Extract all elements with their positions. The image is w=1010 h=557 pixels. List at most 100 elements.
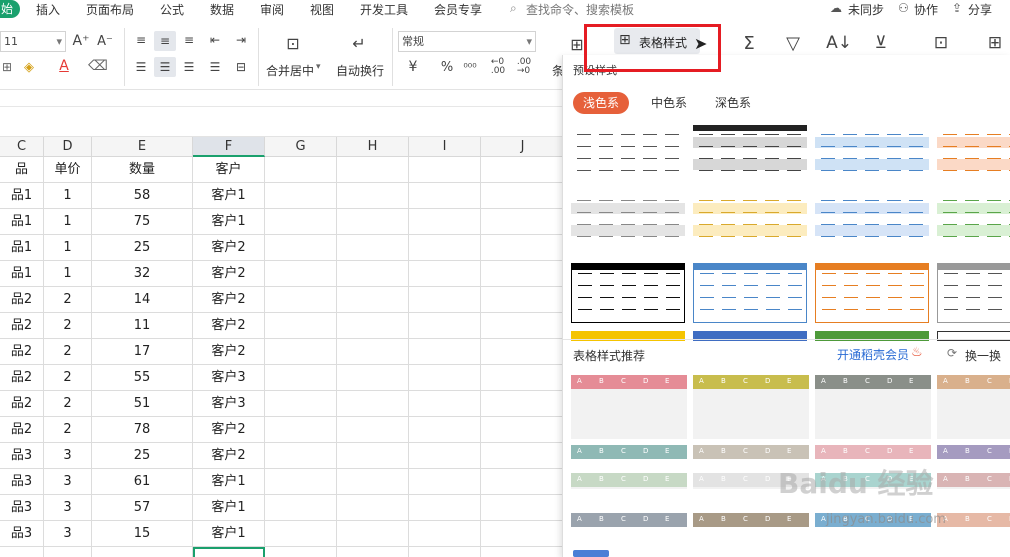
table-cell-d[interactable]: 2 — [44, 391, 92, 417]
table-cell-f[interactable]: 客户1 — [193, 183, 265, 209]
menu-formula[interactable]: 公式 — [160, 1, 184, 18]
table-cell-c[interactable]: 品2 — [0, 391, 44, 417]
table-cell-c[interactable]: 品2 — [0, 365, 44, 391]
font-size-select[interactable]: 11 ▾ — [0, 31, 66, 52]
empty-cell[interactable] — [337, 209, 409, 235]
table-cell-d[interactable]: 3 — [44, 521, 92, 547]
increase-decimal-icon[interactable]: ←0.00 — [486, 56, 510, 78]
empty-cell[interactable] — [481, 443, 565, 469]
empty-cell[interactable] — [481, 287, 565, 313]
table-style-thumbnail[interactable] — [937, 191, 1010, 251]
table-cell-d[interactable]: 3 — [44, 495, 92, 521]
empty-cell[interactable] — [44, 547, 92, 557]
table-cell-d[interactable]: 2 — [44, 417, 92, 443]
empty-cell[interactable] — [265, 443, 337, 469]
wrap-text-icon[interactable]: ↵ — [346, 33, 372, 53]
tab-medium[interactable]: 中色系 — [641, 92, 697, 114]
empty-cell[interactable] — [481, 365, 565, 391]
table-cell-f[interactable]: 客户2 — [193, 287, 265, 313]
empty-cell[interactable] — [265, 157, 337, 183]
menu-member[interactable]: 会员专享 — [434, 1, 482, 18]
table-cell-f[interactable]: 客户2 — [193, 339, 265, 365]
table-cell-e[interactable]: 61 — [92, 469, 193, 495]
table-cell-f[interactable]: 客户2 — [193, 443, 265, 469]
empty-cell[interactable] — [92, 547, 193, 557]
table-cell-f[interactable]: 客户1 — [193, 495, 265, 521]
empty-cell[interactable] — [337, 417, 409, 443]
empty-cell[interactable] — [409, 209, 481, 235]
tab-light[interactable]: 浅色系 — [573, 92, 630, 114]
empty-cell[interactable] — [409, 183, 481, 209]
table-cell-e[interactable]: 57 — [92, 495, 193, 521]
column-header-c[interactable]: C — [0, 137, 44, 157]
spreadsheet-grid[interactable]: C D E F G H I J 品单价 数量 客户 品1 1 58 客户1 品1 1 75 客户1 品… — [0, 137, 565, 557]
column-header-e[interactable]: E — [92, 137, 193, 157]
recommended-style-thumbnail[interactable]: ABCDE — [937, 375, 1010, 439]
header-cell-e[interactable]: 数量 — [92, 157, 193, 183]
recommended-style-thumbnail[interactable]: ABCDE — [693, 375, 809, 439]
empty-cell[interactable] — [337, 391, 409, 417]
table-style-thumbnail[interactable] — [693, 263, 807, 323]
empty-cell[interactable] — [265, 391, 337, 417]
sort-icon[interactable]: A↓ — [826, 32, 852, 54]
decrease-decimal-icon[interactable]: .00 →0 — [512, 56, 536, 78]
empty-cell[interactable] — [481, 417, 565, 443]
empty-cell[interactable] — [409, 157, 481, 183]
table-cell-f[interactable]: 客户2 — [193, 417, 265, 443]
thousands-icon[interactable]: ⁰⁰⁰ — [462, 58, 478, 76]
empty-cell[interactable] — [409, 287, 481, 313]
empty-cell[interactable] — [337, 313, 409, 339]
indent-decrease-icon[interactable]: ⇤ — [206, 31, 224, 49]
percent-icon[interactable]: % — [438, 58, 456, 76]
table-cell-c[interactable]: 品1 — [0, 261, 44, 287]
recommended-style-thumbnail[interactable]: ABCDE — [937, 473, 1010, 489]
number-format-select[interactable]: 常规 ▾ — [398, 31, 536, 52]
table-cell-f[interactable]: 客户1 — [193, 209, 265, 235]
menu-developer[interactable]: 开发工具 — [360, 1, 408, 18]
column-header-h[interactable]: H — [337, 137, 409, 157]
recommended-style-thumbnail[interactable]: ABCDE — [693, 513, 809, 527]
empty-cell[interactable] — [337, 157, 409, 183]
table-style-thumbnail[interactable] — [815, 125, 929, 183]
menu-insert[interactable]: 插入 — [36, 1, 60, 18]
empty-cell[interactable] — [481, 183, 565, 209]
table-style-thumbnail[interactable] — [693, 125, 807, 183]
empty-cell[interactable] — [0, 547, 44, 557]
empty-cell[interactable] — [409, 235, 481, 261]
table-cell-e[interactable]: 11 — [92, 313, 193, 339]
eraser-icon[interactable]: ⌫ — [86, 57, 110, 75]
table-cell-e[interactable]: 58 — [92, 183, 193, 209]
empty-cell[interactable] — [265, 417, 337, 443]
recommended-style-thumbnail[interactable]: ABCDE — [937, 445, 1010, 459]
empty-cell[interactable] — [481, 339, 565, 365]
share-button[interactable]: 分享 — [968, 1, 992, 18]
align-left-icon[interactable]: ☰ — [132, 58, 150, 76]
font-color-icon[interactable]: A — [54, 57, 74, 75]
merge-icon[interactable]: ⊡ — [280, 33, 306, 53]
empty-cell[interactable] — [337, 339, 409, 365]
empty-cell[interactable] — [337, 495, 409, 521]
empty-cell[interactable] — [409, 339, 481, 365]
empty-cell[interactable] — [265, 261, 337, 287]
table-cell-d[interactable]: 1 — [44, 261, 92, 287]
empty-cell[interactable] — [481, 521, 565, 547]
empty-cell[interactable] — [265, 287, 337, 313]
empty-cell[interactable] — [265, 235, 337, 261]
empty-cell[interactable] — [337, 547, 409, 557]
filter-icon[interactable]: ▽ — [782, 32, 804, 54]
table-cell-e[interactable]: 32 — [92, 261, 193, 287]
empty-cell[interactable] — [481, 495, 565, 521]
align-top-icon[interactable]: ≡ — [132, 31, 150, 49]
align-right-icon[interactable]: ☰ — [180, 58, 198, 76]
empty-cell[interactable] — [409, 443, 481, 469]
refresh-button[interactable]: 换一换 — [965, 347, 1001, 364]
table-cell-e[interactable]: 55 — [92, 365, 193, 391]
collab-button[interactable]: 协作 — [914, 1, 938, 18]
command-search[interactable]: 查找命令、搜索模板 — [526, 1, 634, 18]
empty-cell[interactable] — [481, 547, 565, 557]
menu-review[interactable]: 审阅 — [260, 1, 284, 18]
table-cell-d[interactable]: 3 — [44, 469, 92, 495]
merge-center-button[interactable]: 合并居中 — [266, 62, 314, 79]
empty-cell[interactable] — [409, 469, 481, 495]
empty-cell[interactable] — [265, 495, 337, 521]
